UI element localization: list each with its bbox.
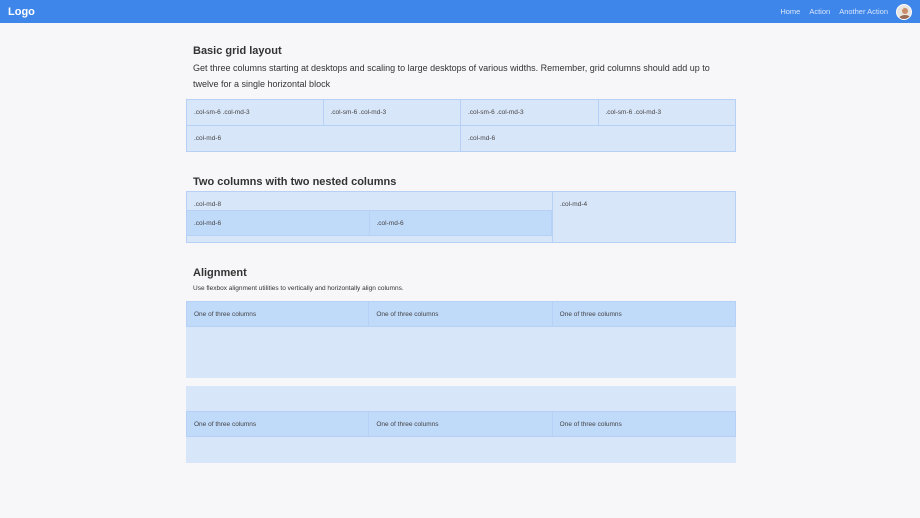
grid-row: .col-sm-6 .col-md-3 .col-sm-6 .col-md-3 … (186, 99, 736, 126)
align-cell: One of three columns (186, 301, 370, 327)
grid-cell: .col-sm-6 .col-md-3 (323, 99, 461, 126)
user-avatar[interactable] (896, 3, 912, 20)
align-cell: One of three columns (552, 301, 736, 327)
align-row-top: One of three columns One of three column… (186, 301, 736, 327)
alignment-title: Alignment (193, 267, 247, 279)
basic-grid-table: .col-sm-6 .col-md-3 .col-sm-6 .col-md-3 … (186, 99, 736, 152)
align-start-box: One of three columns One of three column… (186, 301, 736, 378)
grid-cell: .col-sm-6 .col-md-3 (461, 99, 599, 126)
align-row-bottom: One of three columns One of three column… (186, 411, 736, 437)
grid-cell: .col-md-6 (461, 125, 736, 152)
nav-link-action[interactable]: Action (809, 7, 830, 16)
nested-cell: .col-md-6 (369, 210, 552, 236)
nav-links: Home Action Another Action (771, 3, 912, 20)
outer-column-right: .col-md-4 (553, 191, 736, 243)
align-cell: One of three columns (369, 411, 553, 437)
basic-grid-lead: Get three columns starting at desktops a… (193, 63, 710, 89)
align-cell: One of three columns (369, 301, 553, 327)
outer-column-left-label: .col-md-8 (194, 201, 222, 208)
nav-link-another-action[interactable]: Another Action (839, 7, 888, 16)
nested-row: .col-md-6 .col-md-6 (187, 210, 552, 236)
nested-grid: .col-md-8 .col-md-6 .col-md-6 .col-md-4 (186, 191, 736, 243)
align-cell: One of three columns (552, 411, 736, 437)
basic-grid-section: Basic grid layout Get three columns star… (186, 45, 736, 92)
brand-logo[interactable]: Logo (8, 6, 35, 18)
navbar: Logo Home Action Another Action (0, 0, 920, 23)
nav-link-home[interactable]: Home (780, 7, 800, 16)
nested-cell: .col-md-6 (187, 210, 370, 236)
align-center-box: One of three columns One of three column… (186, 386, 736, 463)
alignment-section: Alignment Use flexbox alignment utilitie… (186, 267, 736, 292)
grid-cell: .col-md-6 (186, 125, 461, 152)
alignment-note: Use flexbox alignment utilities to verti… (193, 285, 404, 292)
grid-cell: .col-sm-6 .col-md-3 (598, 99, 736, 126)
grid-row: .col-md-6 .col-md-6 (186, 125, 736, 152)
basic-grid-title: Basic grid layout (193, 45, 282, 57)
outer-column-left: .col-md-8 .col-md-6 .col-md-6 (186, 191, 553, 243)
align-cell: One of three columns (186, 411, 370, 437)
nested-columns-section: Two columns with two nested columns (186, 176, 736, 188)
avatar-body (899, 14, 911, 19)
avatar-head (902, 7, 908, 14)
nested-columns-title: Two columns with two nested columns (193, 176, 397, 188)
grid-cell: .col-sm-6 .col-md-3 (186, 99, 324, 126)
